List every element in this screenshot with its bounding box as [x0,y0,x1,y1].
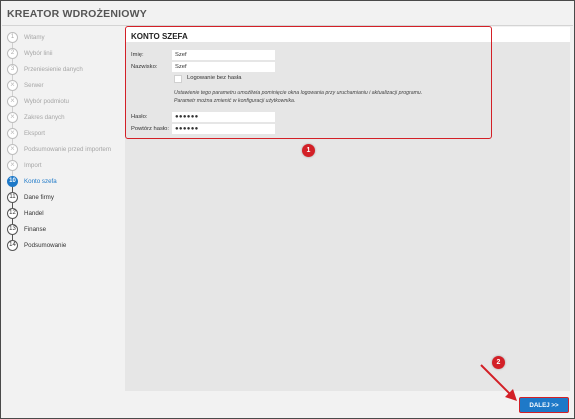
app-window: KREATOR WDROŻENIOWY 1 Witamy 2 Wybór linii 3… [0,0,575,419]
annotation-badge-2: 2 [492,356,505,369]
annotation-arrow [480,364,517,401]
next-button[interactable]: DALEJ >> [519,397,569,413]
